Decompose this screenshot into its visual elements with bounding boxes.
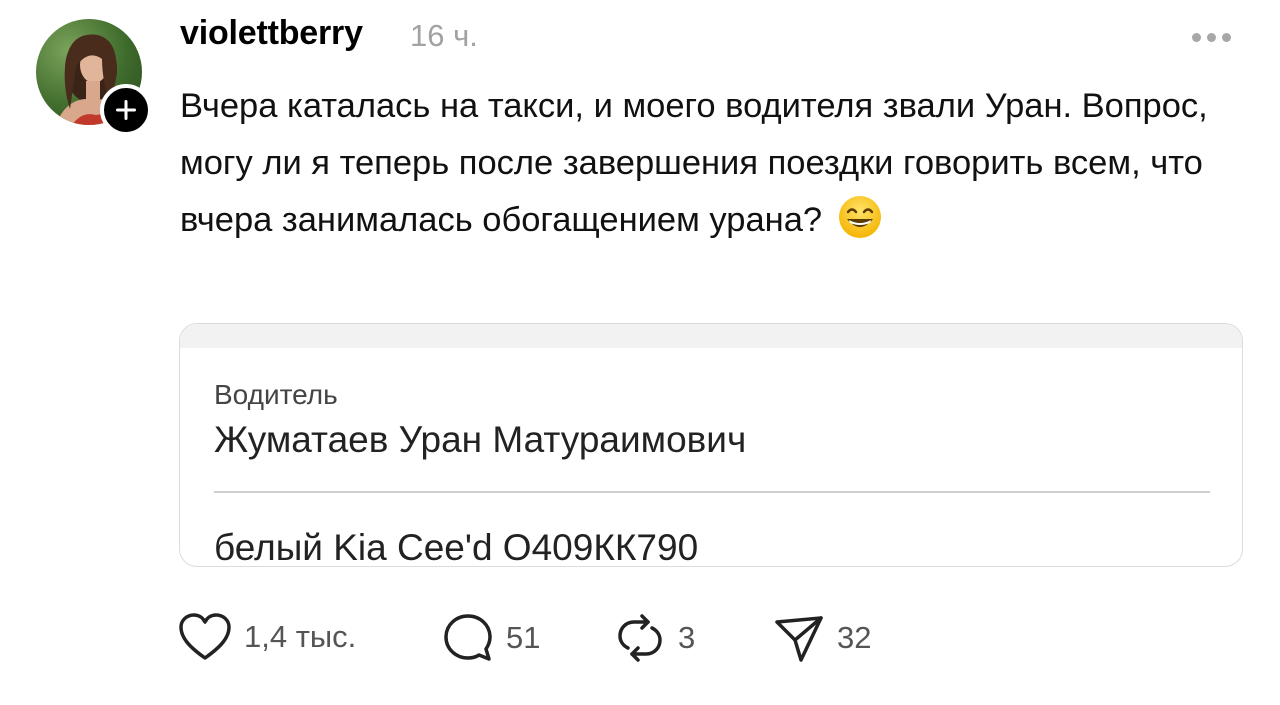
more-icon[interactable]	[1192, 33, 1231, 42]
share-icon	[775, 616, 823, 662]
action-bar: 1,4 тыс. 51 3 32	[0, 612, 1280, 672]
attached-image-card[interactable]: Водитель Жуматаев Уран Матураимович белы…	[179, 323, 1243, 567]
heart-icon	[179, 613, 231, 660]
post-text: Вчера каталась на такси, и моего водител…	[180, 78, 1260, 249]
car-info: белый Kia Cee'd О409КК790	[214, 527, 699, 567]
card-divider	[214, 491, 1210, 493]
repost-icon	[618, 614, 662, 662]
like-button[interactable]: 1,4 тыс.	[178, 612, 356, 662]
comment-icon	[444, 614, 492, 661]
post-body: Вчера каталась на такси, и моего водител…	[180, 87, 1208, 239]
grinning-face-emoji-icon	[838, 196, 881, 238]
driver-label: Водитель	[214, 379, 338, 410]
follow-button[interactable]	[100, 84, 152, 136]
reply-button[interactable]: 51	[442, 612, 540, 664]
share-count: 32	[837, 620, 872, 655]
driver-name: Жуматаев Уран Матураимович	[214, 419, 747, 460]
post-time: 16 ч.	[410, 18, 478, 53]
like-count: 1,4 тыс.	[244, 619, 357, 654]
username[interactable]: violettberry	[180, 14, 363, 53]
card-header-strip	[180, 324, 1242, 348]
share-button[interactable]: 32	[773, 612, 871, 664]
plus-icon	[116, 100, 136, 120]
repost-count: 3	[678, 620, 696, 655]
reply-count: 51	[506, 620, 541, 655]
repost-button[interactable]: 3	[614, 612, 695, 664]
